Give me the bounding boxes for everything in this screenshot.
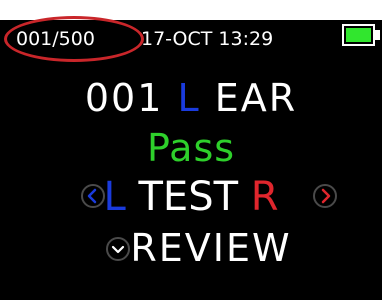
battery-full-icon xyxy=(342,24,375,46)
battery-tip xyxy=(375,30,380,40)
ear-header: 001 L EAR xyxy=(0,76,382,120)
next-right-button[interactable] xyxy=(313,184,337,208)
review-label: REVIEW xyxy=(130,226,292,270)
test-right-label[interactable]: R xyxy=(251,174,279,220)
ear-label: EAR xyxy=(214,76,298,120)
device-display: 001/500 17-OCT 13:29 001 L EAR Pass L TE… xyxy=(0,0,386,300)
counter-highlight-circle xyxy=(4,16,144,62)
test-label: TEST xyxy=(138,174,239,220)
test-result: Pass xyxy=(146,126,236,170)
chevron-right-icon xyxy=(321,188,331,204)
test-number: 001 xyxy=(84,76,164,120)
test-left-label[interactable]: L xyxy=(103,174,125,220)
date-time: 17-OCT 13:29 xyxy=(141,28,274,50)
ear-side-left: L xyxy=(177,76,201,120)
review-option[interactable]: REVIEW xyxy=(0,226,382,270)
battery-level xyxy=(346,28,371,42)
